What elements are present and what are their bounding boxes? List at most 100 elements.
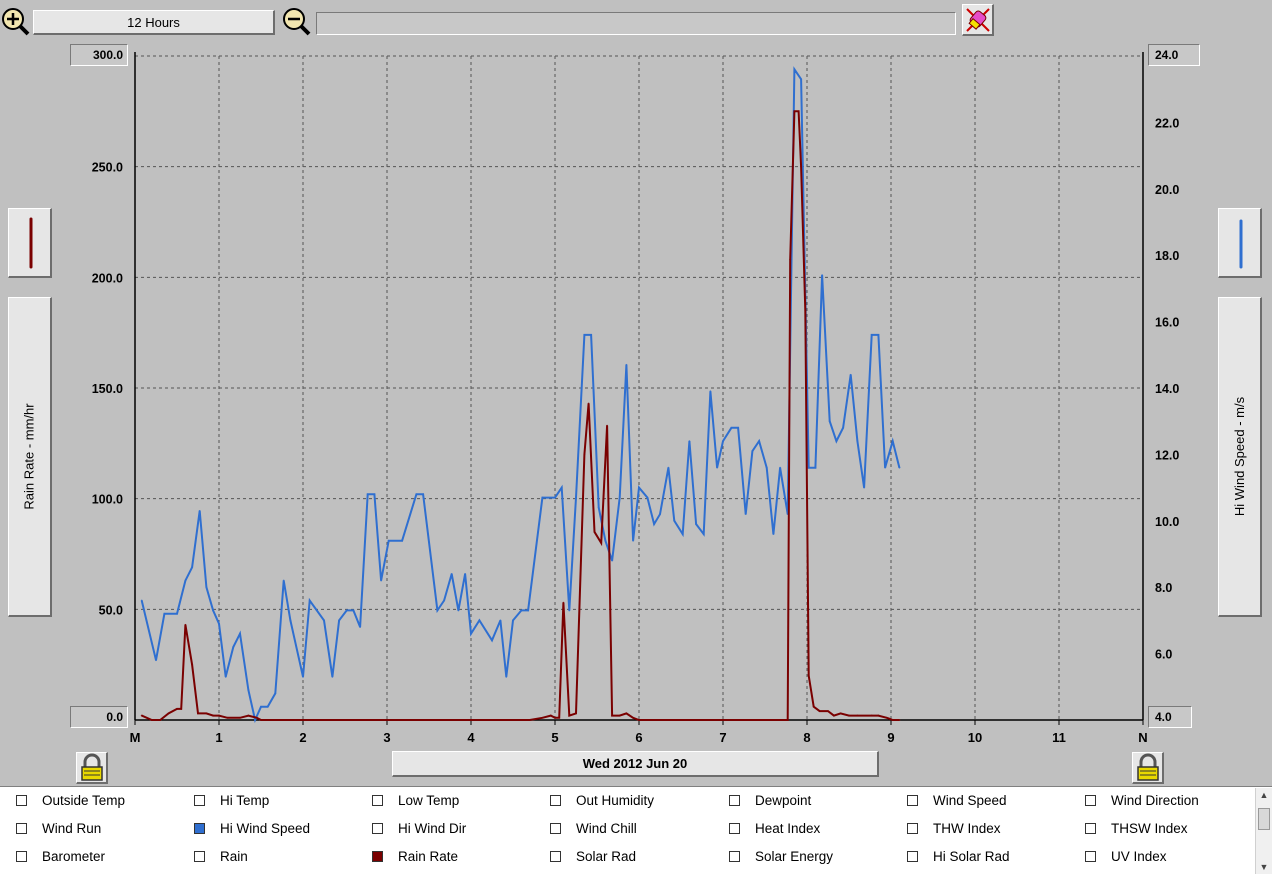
right-tick-label: 20.0 (1155, 183, 1179, 197)
legend-label: Solar Energy (755, 848, 834, 864)
data-point-rain-rate (827, 710, 829, 713)
date-label: Wed 2012 Jun 20 (582, 756, 688, 771)
data-point-hi-wind-speed (758, 440, 761, 443)
series-checkbox[interactable] (372, 822, 383, 834)
data-point-hi-wind-speed (289, 619, 292, 622)
series-checkbox[interactable] (1085, 794, 1096, 806)
legend-item-rain[interactable]: Rain (194, 847, 248, 865)
data-point-hi-wind-speed (520, 609, 523, 612)
data-point-rain-rate (150, 719, 153, 721)
series-checkbox[interactable] (194, 822, 205, 834)
date-button[interactable]: Wed 2012 Jun 20 (392, 751, 879, 777)
series-checkbox[interactable] (16, 794, 27, 806)
legend-item-thw-index[interactable]: THW Index (907, 819, 1001, 837)
data-point-hi-wind-speed (457, 609, 460, 612)
data-point-hi-wind-speed (266, 705, 269, 708)
data-point-hi-wind-speed (744, 513, 747, 516)
legend-item-outside-temp[interactable]: Outside Temp (16, 791, 125, 809)
legend-item-dewpoint[interactable]: Dewpoint (729, 791, 811, 809)
x-tick-label: 11 (1052, 730, 1066, 745)
data-point-rain-rate (302, 719, 304, 721)
legend-item-wind-run[interactable]: Wind Run (16, 819, 101, 837)
data-point-hi-wind-speed (611, 559, 614, 562)
scroll-down-arrow[interactable]: ▼ (1256, 860, 1272, 874)
data-point-rain-rate (793, 110, 796, 113)
series-checkbox[interactable] (372, 850, 383, 862)
series-checkbox[interactable] (194, 794, 205, 806)
data-point-hi-wind-speed (863, 486, 866, 489)
weather-chart[interactable]: M 1 2 3 4 5 6 7 8 9 10 11 N 50.0 100.0 150.0 200.0 250.0 6… (0, 0, 1272, 760)
legend-item-solar-rad[interactable]: Solar Rad (550, 847, 636, 865)
data-point-hi-wind-speed (856, 440, 859, 443)
legend-item-out-humidity[interactable]: Out Humidity (550, 791, 654, 809)
scroll-thumb[interactable] (1258, 808, 1270, 830)
series-legend: Outside Temp Hi Temp Low Temp Out Humidity D… (0, 786, 1272, 874)
x-tick-label: N (1138, 730, 1147, 745)
legend-item-heat-index[interactable]: Heat Index (729, 819, 820, 837)
series-checkbox[interactable] (729, 850, 740, 862)
left-axis-lock-button[interactable] (76, 752, 108, 784)
legend-label: Rain (220, 848, 248, 864)
data-point-hi-wind-speed (681, 533, 684, 535)
right-tick-label: 22.0 (1155, 116, 1179, 130)
series-checkbox[interactable] (907, 794, 918, 806)
data-point-hi-wind-speed (793, 68, 796, 71)
legend-item-uv-index[interactable]: UV Index (1085, 847, 1167, 865)
data-point-rain-rate (197, 712, 199, 715)
data-point-rain-rate (764, 719, 766, 721)
series-checkbox[interactable] (550, 794, 561, 806)
legend-label: Hi Temp (220, 792, 270, 808)
legend-item-solar-energy[interactable]: Solar Energy (729, 847, 833, 865)
legend-item-wind-chill[interactable]: Wind Chill (550, 819, 637, 837)
legend-label: Hi Wind Dir (398, 820, 467, 836)
legend-label: Heat Index (755, 820, 821, 836)
series-checkbox[interactable] (16, 822, 27, 834)
series-checkbox[interactable] (194, 850, 205, 862)
data-point-rain-rate (575, 712, 577, 715)
data-point-rain-rate (786, 719, 789, 721)
series-checkbox[interactable] (16, 850, 27, 862)
data-point-hi-wind-speed (491, 639, 493, 642)
series-checkbox[interactable] (729, 822, 740, 834)
legend-label: Rain Rate (398, 848, 459, 864)
legend-item-low-temp[interactable]: Low Temp (372, 791, 459, 809)
legend-item-thsw-index[interactable]: THSW Index (1085, 819, 1188, 837)
series-checkbox[interactable] (907, 822, 918, 834)
legend-item-barometer[interactable]: Barometer (16, 847, 105, 865)
series-checkbox[interactable] (550, 850, 561, 862)
legend-item-rain-rate[interactable]: Rain Rate (372, 847, 458, 865)
legend-scrollbar[interactable]: ▲ ▼ (1255, 788, 1272, 874)
series-checkbox[interactable] (1085, 822, 1096, 834)
right-axis-lock-button[interactable] (1132, 752, 1164, 784)
legend-item-hi-wind-speed[interactable]: Hi Wind Speed (194, 819, 310, 837)
data-point-rain-rate (839, 712, 842, 715)
series-checkbox[interactable] (729, 794, 740, 806)
legend-item-wind-direction[interactable]: Wind Direction (1085, 791, 1199, 809)
data-point-hi-wind-speed (560, 486, 563, 489)
data-point-hi-wind-speed (814, 466, 817, 469)
data-point-hi-wind-speed (646, 496, 649, 499)
data-point-rain-rate (818, 710, 821, 713)
data-point-hi-wind-speed (176, 612, 178, 615)
series-checkbox[interactable] (907, 850, 918, 862)
data-point-hi-wind-speed (254, 719, 257, 721)
series-checkbox[interactable] (550, 822, 561, 834)
legend-label: Wind Run (42, 820, 102, 836)
series-checkbox[interactable] (1085, 850, 1096, 862)
x-tick-label: 4 (467, 730, 475, 745)
data-point-hi-wind-speed (512, 619, 514, 622)
data-point-hi-wind-speed (604, 539, 607, 542)
series-checkbox[interactable] (372, 794, 383, 806)
padlock-icon (81, 753, 103, 781)
legend-item-hi-wind-dir[interactable]: Hi Wind Dir (372, 819, 466, 837)
data-point-rain-rate (528, 719, 531, 721)
data-point-rain-rate (176, 708, 178, 710)
data-point-hi-wind-speed (232, 646, 235, 648)
legend-item-wind-speed[interactable]: Wind Speed (907, 791, 1007, 809)
legend-item-hi-temp[interactable]: Hi Temp (194, 791, 269, 809)
data-point-hi-wind-speed (772, 533, 775, 535)
data-point-hi-wind-speed (224, 675, 227, 678)
data-point-hi-wind-speed (205, 586, 208, 589)
scroll-up-arrow[interactable]: ▲ (1256, 788, 1272, 802)
legend-item-hi-solar-rad[interactable]: Hi Solar Rad (907, 847, 1010, 865)
